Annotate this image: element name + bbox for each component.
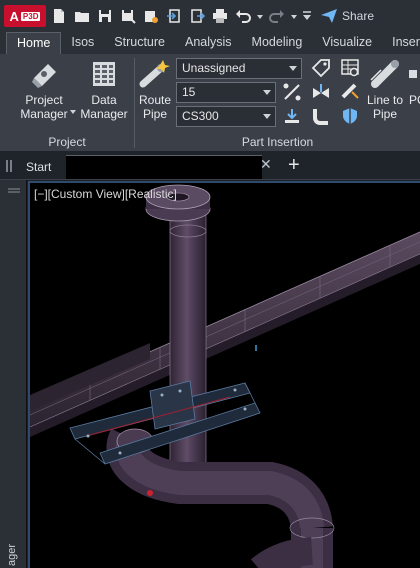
app-badge: A xyxy=(9,8,19,24)
part-insertion-panel-title: Part Insertion xyxy=(241,135,314,149)
line-to-pipe-button[interactable]: Line to Pipe xyxy=(363,58,407,121)
route-pipe-icon xyxy=(139,60,170,88)
new-file-icon[interactable] xyxy=(49,6,69,26)
redo-dropdown-icon[interactable] xyxy=(290,6,298,26)
import-icon[interactable] xyxy=(164,6,184,26)
palette-grip-icon[interactable] xyxy=(8,188,20,194)
ribbon-tabs: Home Isos Structure Analysis Modeling Vi… xyxy=(0,32,420,54)
truncated-label: PC xyxy=(409,93,420,107)
chevron-down-icon xyxy=(263,90,271,95)
lower-pipe-run xyxy=(106,428,335,568)
save-icon[interactable] xyxy=(95,6,115,26)
open-folder-icon[interactable] xyxy=(72,6,92,26)
export-icon[interactable] xyxy=(187,6,207,26)
application-menu-button[interactable]: A P3D xyxy=(4,5,46,27)
project-manager-label: Project Manager xyxy=(20,93,68,121)
quick-access-toolbar: A P3D Share xyxy=(0,0,420,32)
close-icon[interactable]: ✕ xyxy=(260,156,272,173)
size-combo[interactable]: 15 xyxy=(176,82,276,103)
project-manager-button[interactable]: Project Manager xyxy=(18,58,70,121)
data-manager-icon xyxy=(93,62,115,86)
undo-dropdown-icon[interactable] xyxy=(256,6,264,26)
route-pipe-button[interactable]: Route Pipe xyxy=(137,58,173,121)
tab-modeling[interactable]: Modeling xyxy=(242,32,313,54)
project-manager-dropdown-icon[interactable] xyxy=(70,110,76,114)
file-tab-bar: Start ✕ + xyxy=(0,152,420,180)
chevron-down-icon xyxy=(289,66,297,71)
model-scene xyxy=(30,184,420,568)
tag-icon[interactable] xyxy=(311,58,331,78)
side-palette-label: ager xyxy=(6,543,18,566)
customize-dropdown-icon[interactable] xyxy=(301,6,313,26)
tab-visualize[interactable]: Visualize xyxy=(312,32,382,54)
route-pipe-label: Route Pipe xyxy=(138,93,172,121)
slope-icon[interactable] xyxy=(282,82,302,102)
project-panel-title: Project xyxy=(48,135,86,149)
print-icon[interactable] xyxy=(210,6,230,26)
tab-start[interactable]: Start xyxy=(26,156,51,178)
project-panel: Project Manager Data Manager Project xyxy=(0,54,134,152)
elbow-icon[interactable] xyxy=(311,106,331,126)
project-manager-icon xyxy=(32,64,56,88)
insert-fitting-icon[interactable] xyxy=(282,106,302,126)
data-manager-label: Data Manager xyxy=(80,93,128,121)
line-number-combo[interactable]: Unassigned xyxy=(176,58,302,79)
line-number-value: Unassigned xyxy=(182,61,246,75)
truncated-button[interactable]: PC xyxy=(409,58,420,107)
line-to-pipe-icon xyxy=(370,60,399,88)
part-insertion-panel: Route Pipe Unassigned 15 CS300 Line to P… xyxy=(135,54,420,152)
chevron-down-icon xyxy=(263,114,271,119)
tab-analysis[interactable]: Analysis xyxy=(175,32,242,54)
drawing-viewport[interactable]: [−][Custom View][Realistic] xyxy=(28,181,420,568)
tab-current-drawing[interactable] xyxy=(66,155,262,179)
file-tab-menu-icon[interactable] xyxy=(6,160,16,172)
tab-isos[interactable]: Isos xyxy=(61,32,104,54)
tab-home[interactable]: Home xyxy=(6,32,62,54)
side-palette[interactable]: ager xyxy=(0,180,27,568)
cut-pipe-icon[interactable] xyxy=(340,82,360,102)
undo-icon[interactable] xyxy=(233,6,253,26)
size-value: 15 xyxy=(182,85,196,99)
pipe-rack-beam xyxy=(30,231,420,437)
redo-icon[interactable] xyxy=(267,6,287,26)
shield-icon[interactable] xyxy=(340,106,360,126)
new-tab-button[interactable]: + xyxy=(288,154,300,177)
red-marker-icon xyxy=(147,490,153,496)
line-to-pipe-label: Line to Pipe xyxy=(366,93,404,121)
valve-icon[interactable] xyxy=(311,82,331,102)
spec-value: CS300 xyxy=(182,109,219,123)
tab-insert[interactable]: Insert xyxy=(382,32,420,54)
product-tag: P3D xyxy=(20,11,41,21)
share-icon xyxy=(321,9,337,23)
ribbon: Project Manager Data Manager Project Rou… xyxy=(0,54,420,152)
publish-icon[interactable] xyxy=(141,6,161,26)
save-as-icon[interactable] xyxy=(118,6,138,26)
table-view-icon[interactable] xyxy=(340,58,360,78)
share-button[interactable]: Share xyxy=(321,9,374,23)
data-manager-button[interactable]: Data Manager xyxy=(78,58,130,121)
share-label: Share xyxy=(342,9,375,23)
pipe-connector-icon xyxy=(409,70,417,78)
spec-combo[interactable]: CS300 xyxy=(176,106,276,127)
tab-structure[interactable]: Structure xyxy=(104,32,175,54)
viewport-label[interactable]: [−][Custom View][Realistic] xyxy=(34,187,177,201)
